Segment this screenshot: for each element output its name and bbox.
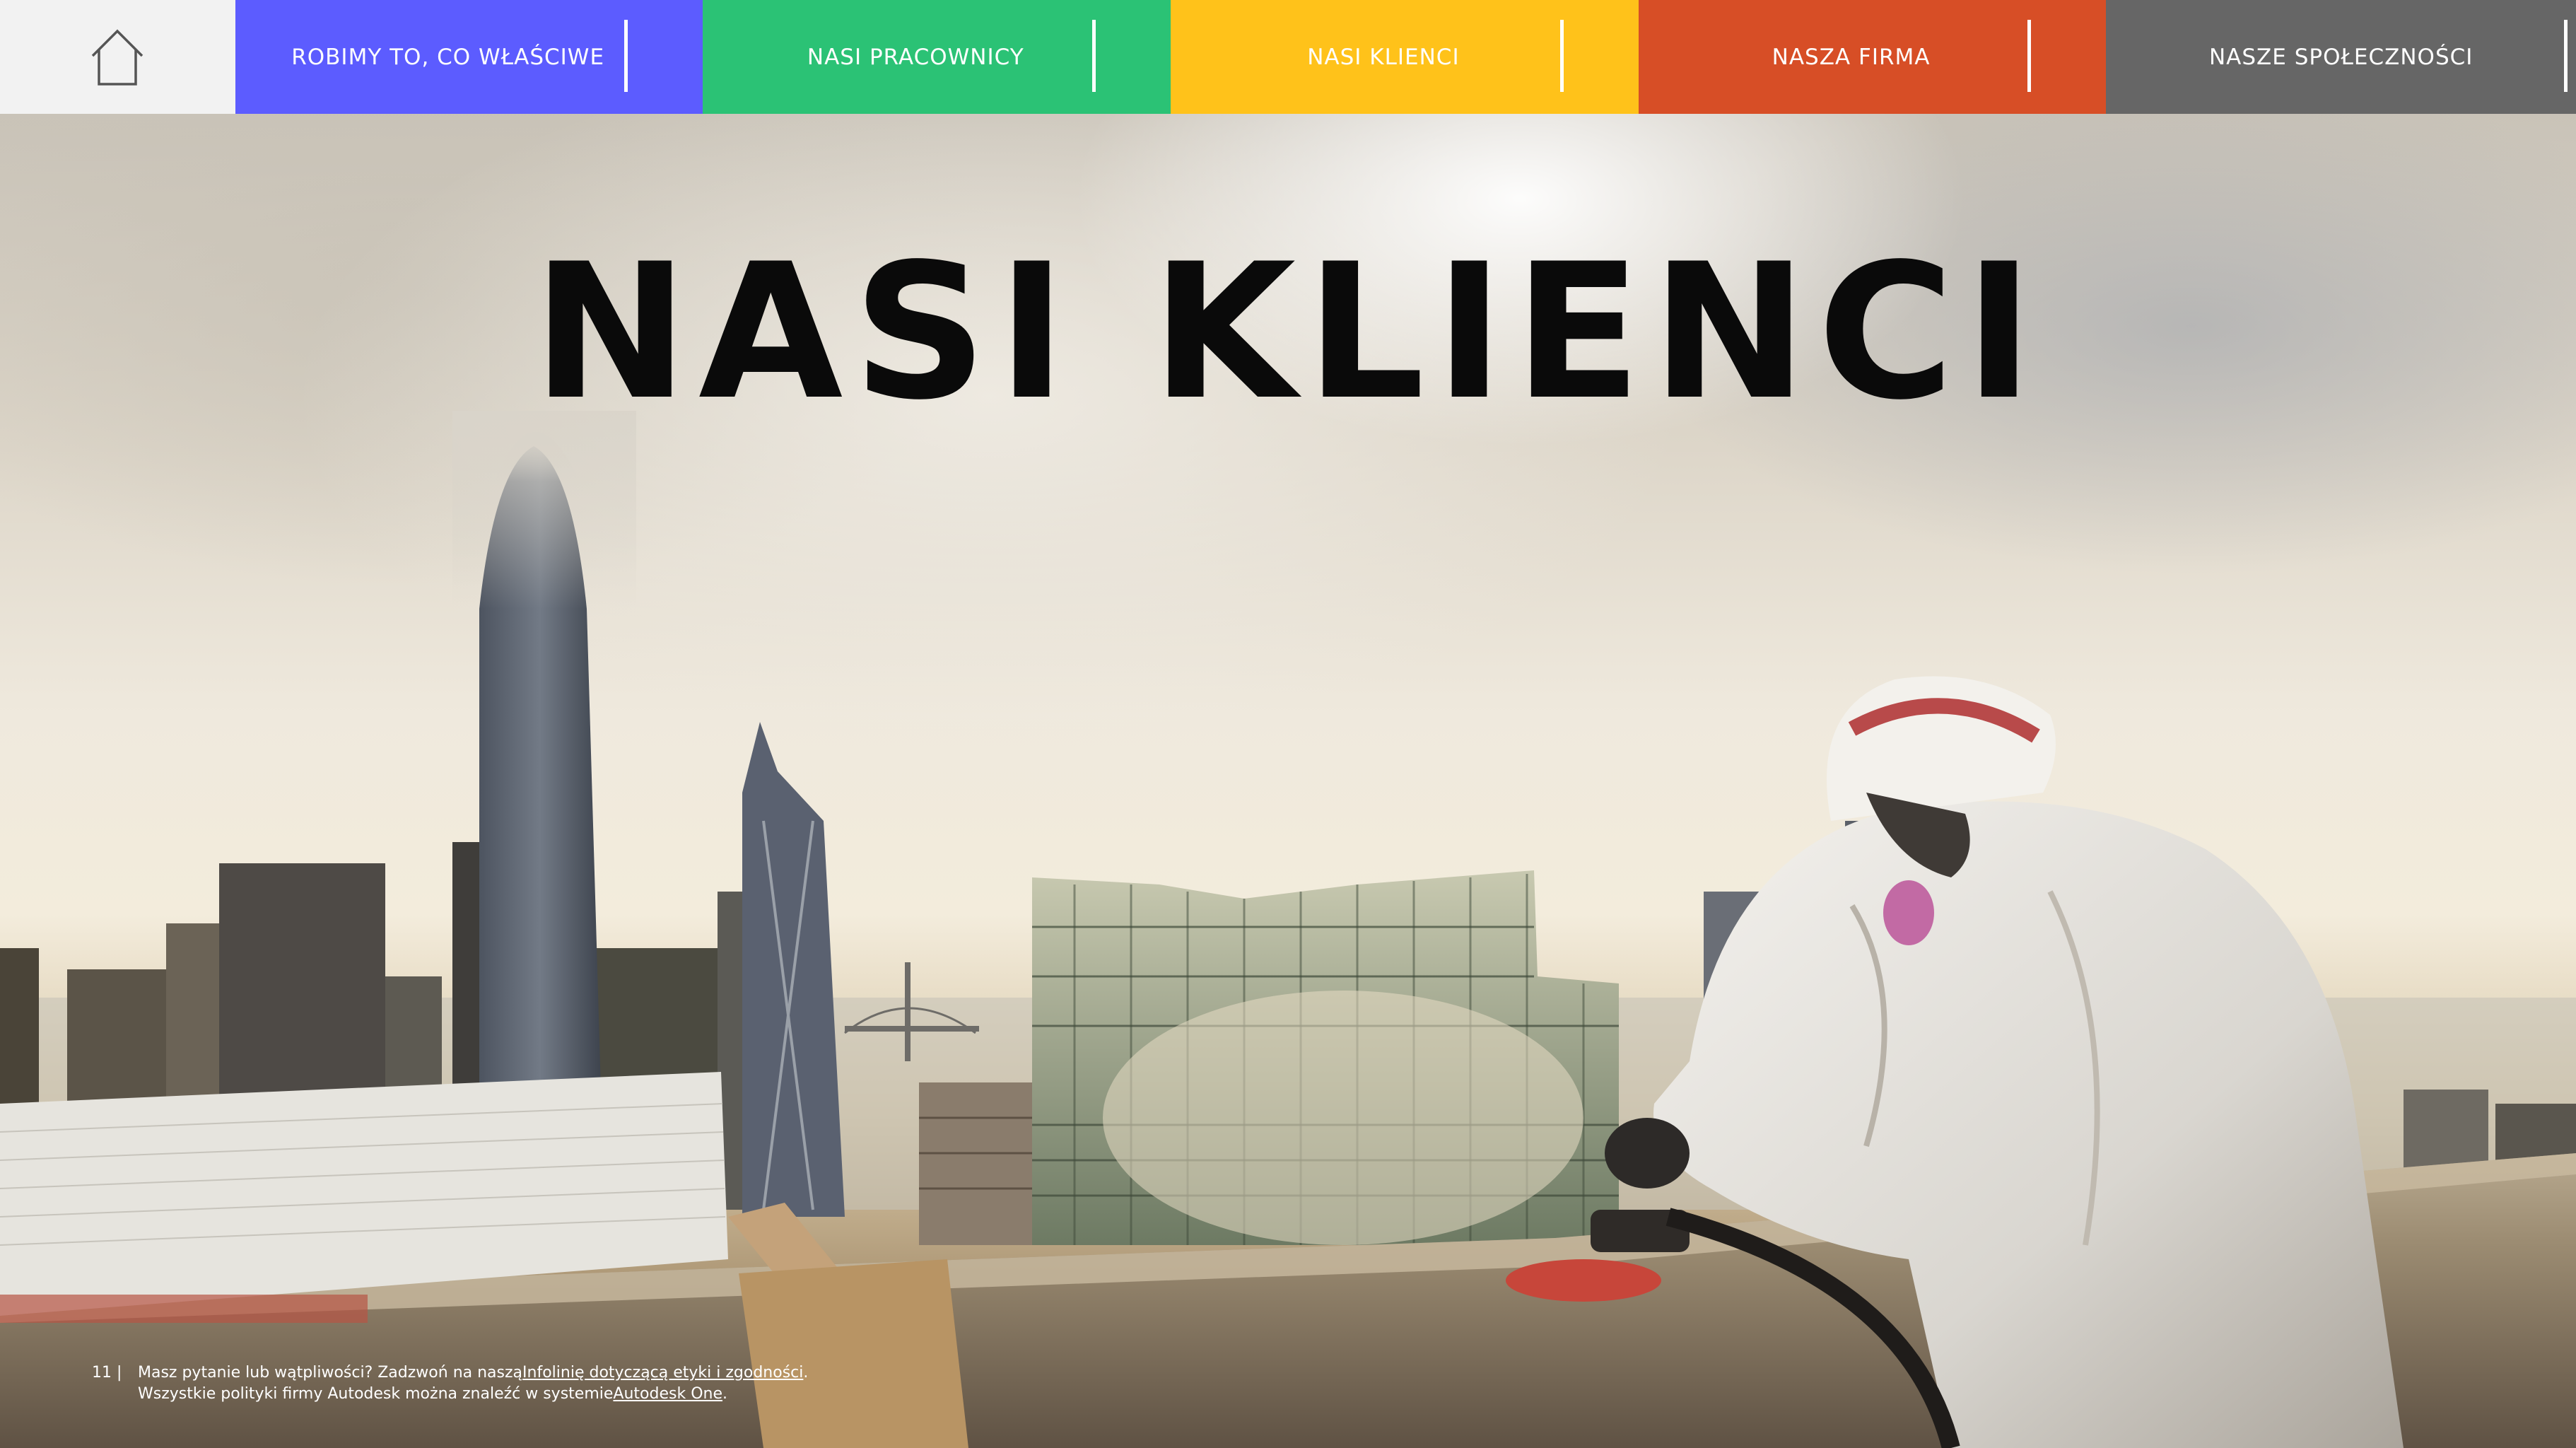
autodesk-one-link[interactable]: Autodesk One <box>613 1384 722 1405</box>
tab-nasi-klienci[interactable]: NASI KLIENCI <box>1171 0 1639 114</box>
tab-divider <box>1559 20 1564 92</box>
footer: 11 | Masz pytanie lub wątpliwości? Zadzw… <box>92 1362 808 1405</box>
footer-line-2: Wszystkie polityki firmy Autodesk można … <box>92 1384 808 1405</box>
tab-nasze-spolecznosci[interactable]: NASZE SPOŁECZNOŚCI <box>2106 0 2576 114</box>
tab-label: NASZE SPOŁECZNOŚCI <box>2208 44 2473 70</box>
tab-divider <box>2564 20 2568 92</box>
tab-label: NASZA FIRMA <box>1772 44 1931 70</box>
home-button[interactable] <box>0 0 235 114</box>
tab-robimy-to-co-wlasciwe[interactable]: ROBIMY TO, CO WŁAŚCIWE <box>235 0 703 114</box>
footer-period: . <box>722 1385 727 1403</box>
tab-nasi-pracownicy[interactable]: NASI PRACOWNICY <box>703 0 1171 114</box>
tab-nasza-firma[interactable]: NASZA FIRMA <box>1638 0 2107 114</box>
footer-period: . <box>803 1364 809 1382</box>
tab-label: NASI KLIENCI <box>1307 44 1460 70</box>
home-icon <box>92 29 144 86</box>
page-title: NASI KLIENCI <box>532 224 2044 441</box>
footer-policies-text: Wszystkie polityki firmy Autodesk można … <box>138 1385 614 1403</box>
tab-divider <box>1092 20 1096 92</box>
hero-photo: NASI KLIENCI <box>0 114 2576 1448</box>
footer-line-1: 11 | Masz pytanie lub wątpliwości? Zadzw… <box>92 1362 808 1384</box>
tab-label: NASI PRACOWNICY <box>807 44 1024 70</box>
pointed-tower <box>742 722 845 1217</box>
tab-divider <box>2027 20 2032 92</box>
footer-question-text: Masz pytanie lub wątpliwości? Zadzwoń na… <box>138 1364 523 1382</box>
tab-label: ROBIMY TO, CO WŁAŚCIWE <box>291 44 605 70</box>
ethics-hotline-link[interactable]: Infolinię dotyczącą etyki i zgodności <box>522 1362 803 1384</box>
page-number: 11 | <box>92 1364 122 1382</box>
top-navigation: ROBIMY TO, CO WŁAŚCIWE NASI PRACOWNICY N… <box>0 0 2576 114</box>
tab-divider <box>624 20 628 92</box>
page: ROBIMY TO, CO WŁAŚCIWE NASI PRACOWNICY N… <box>0 0 2576 1448</box>
